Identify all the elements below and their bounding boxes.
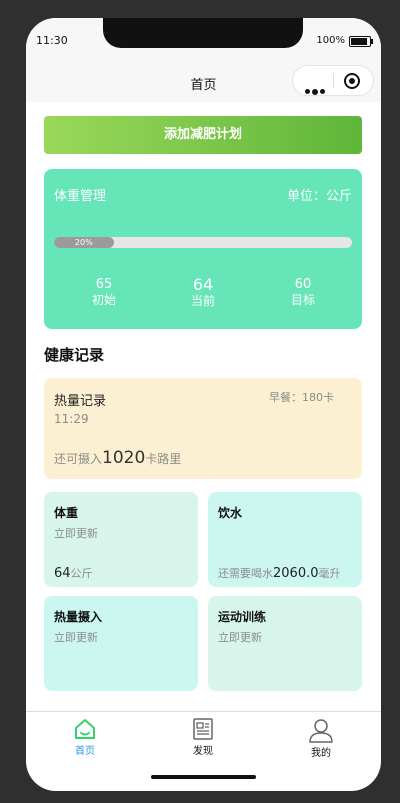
tab-home[interactable]: 首页	[55, 717, 115, 757]
status-time: 11:30	[36, 34, 68, 47]
tab-profile-label: 我的	[311, 748, 331, 759]
weight-tile-value: 64公斤	[54, 565, 93, 581]
weight-initial-value: 65	[95, 277, 113, 292]
nav-bar: 首页	[26, 62, 381, 102]
meal-calories: 早餐：180卡	[269, 391, 334, 404]
water-remaining: 还需要喝水2060.0毫升	[218, 565, 341, 581]
exercise-tile[interactable]: 运动训练 立即更新	[208, 596, 362, 691]
weight-tile-update[interactable]: 立即更新	[54, 525, 98, 541]
notch	[103, 18, 303, 48]
weight-progress-bar: 20%	[54, 237, 352, 248]
remain-suffix: 卡路里	[145, 452, 182, 466]
phone-screen: 11:30 100% 首页 添加减肥计划 体重管理 单位：公斤 20% 65 初…	[26, 18, 381, 791]
water-tile-title: 饮水	[218, 506, 243, 520]
weight-tile-number: 64	[54, 566, 71, 581]
weight-target-value: 60	[294, 277, 312, 292]
water-tile[interactable]: 饮水 还需要喝水2060.0毫升	[208, 492, 362, 587]
discover-icon	[193, 718, 213, 740]
remain-prefix: 还可摄入	[54, 452, 103, 466]
tab-discover[interactable]: 发现	[173, 717, 233, 757]
tab-profile[interactable]: 我的	[291, 717, 351, 759]
weight-progress-fill: 20%	[54, 237, 114, 248]
weight-current: 64 当前	[163, 275, 243, 309]
calorie-intake-tile[interactable]: 热量摄入 立即更新	[44, 596, 198, 691]
weight-card-title: 体重管理	[54, 189, 107, 204]
capsule-divider	[333, 73, 334, 88]
exercise-update[interactable]: 立即更新	[218, 629, 262, 645]
weight-target: 60 目标	[263, 277, 343, 307]
tab-discover-label: 发现	[193, 746, 213, 757]
home-icon	[75, 719, 95, 739]
tab-bar: 首页 发现 我的	[26, 711, 381, 762]
more-icon[interactable]	[305, 79, 327, 98]
remain-value: 1020	[102, 448, 146, 468]
battery-percent: 100%	[316, 35, 345, 46]
weight-unit: 单位：公斤	[286, 189, 352, 204]
weight-tile[interactable]: 体重 立即更新 64公斤	[44, 492, 198, 587]
weight-management-card[interactable]: 体重管理 单位：公斤 20% 65 初始 64 当前 60 目标	[44, 169, 362, 329]
weight-initial-label: 初始	[91, 293, 116, 307]
weight-current-label: 当前	[190, 294, 215, 308]
close-program-icon[interactable]	[344, 73, 360, 89]
water-prefix: 还需要喝水	[218, 567, 273, 580]
home-indicator	[151, 775, 256, 779]
mini-program-capsule	[292, 65, 374, 96]
user-icon	[309, 719, 333, 743]
water-value: 2060.0	[273, 566, 319, 581]
weight-current-value: 64	[192, 275, 214, 294]
calorie-intake-title: 热量摄入	[54, 610, 103, 624]
calorie-remaining: 还可摄入1020卡路里	[54, 448, 181, 468]
water-unit: 毫升	[318, 567, 341, 580]
weight-initial: 65 初始	[64, 277, 144, 307]
calorie-intake-update[interactable]: 立即更新	[54, 629, 98, 645]
weight-tile-unit: 公斤	[70, 567, 93, 580]
calorie-card-title: 热量记录	[54, 394, 107, 409]
weight-target-label: 目标	[290, 293, 315, 307]
battery-icon	[349, 36, 373, 47]
health-records-title: 健康记录	[44, 346, 105, 364]
calorie-record-time: 11:29	[54, 412, 89, 426]
weight-tile-title: 体重	[54, 506, 79, 520]
calorie-record-card[interactable]: 热量记录 早餐：180卡 11:29 还可摄入1020卡路里	[44, 378, 362, 479]
add-plan-button[interactable]: 添加减肥计划	[44, 116, 362, 154]
tab-home-label: 首页	[75, 746, 95, 757]
exercise-title: 运动训练	[218, 610, 267, 624]
